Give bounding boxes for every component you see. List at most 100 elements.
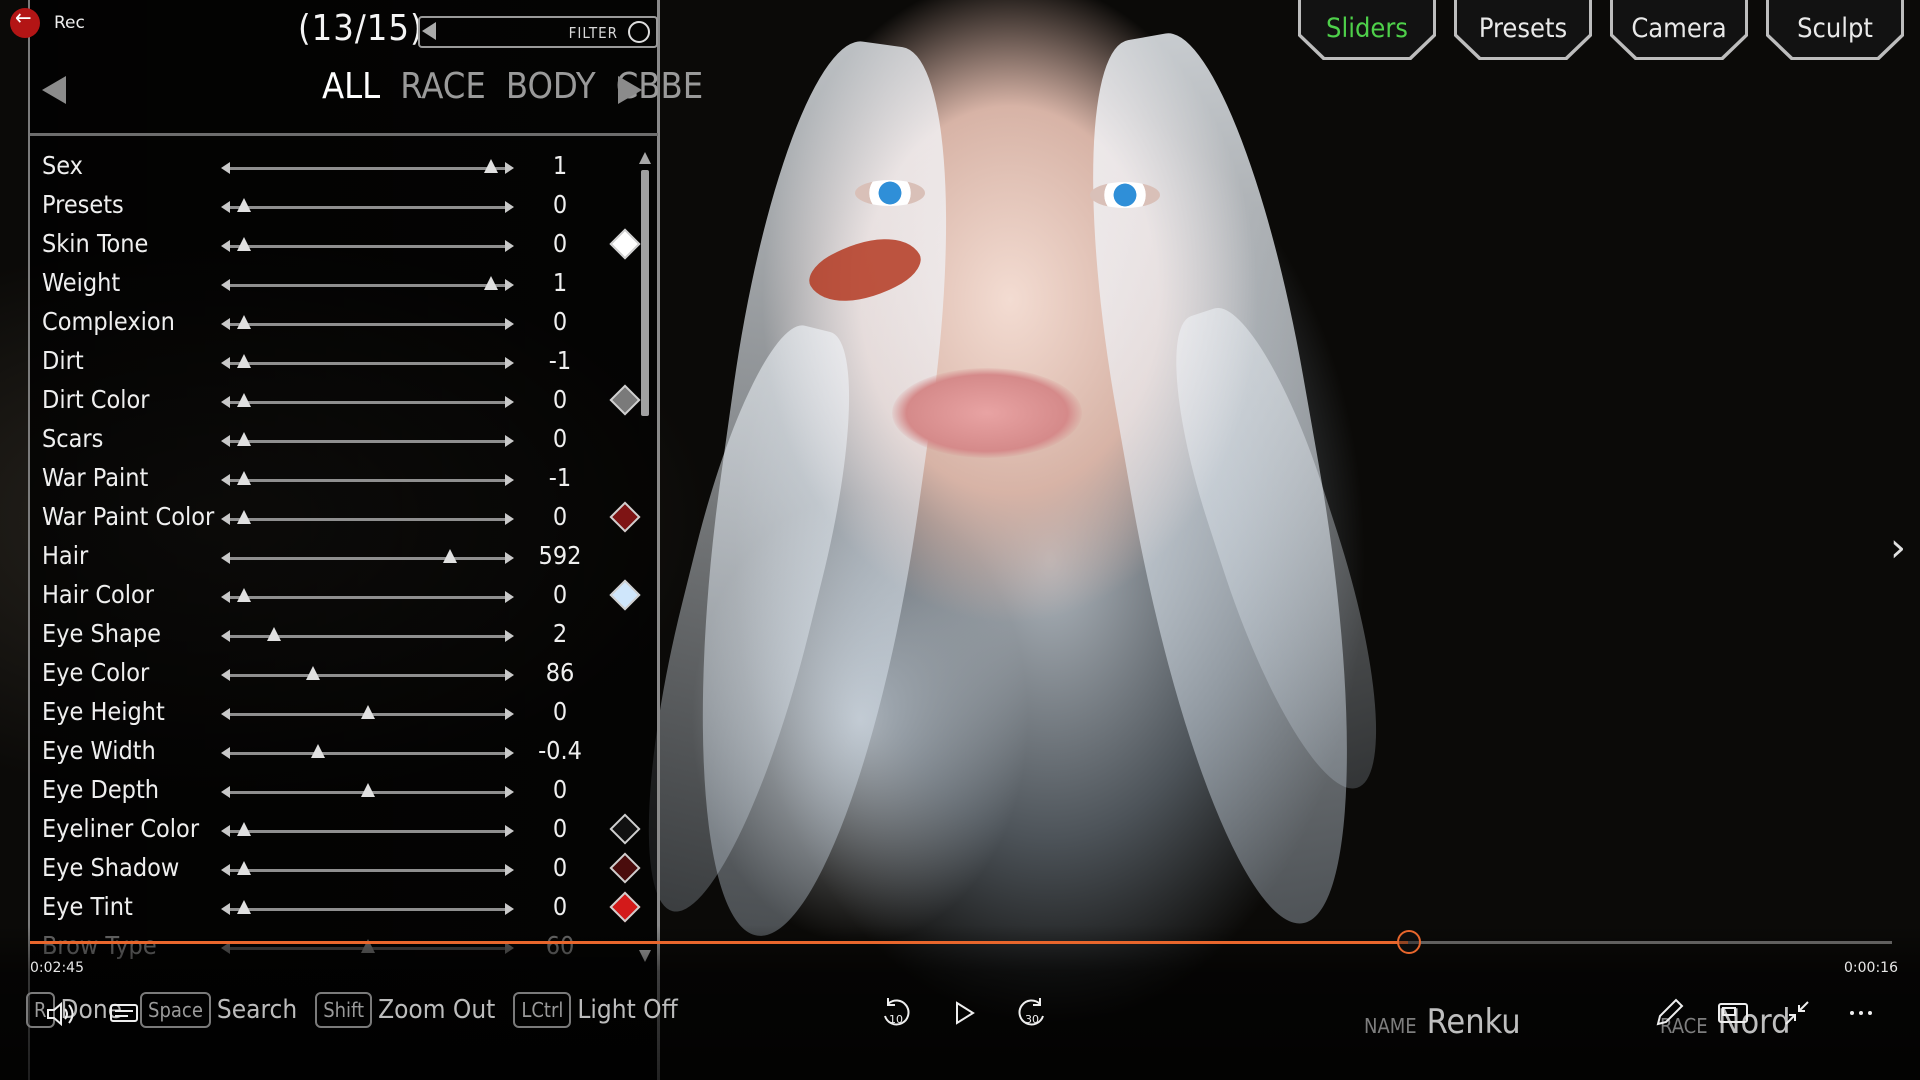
slider-track[interactable] — [221, 471, 514, 486]
category-next-icon[interactable] — [618, 76, 642, 104]
tab-all[interactable]: ALL — [322, 66, 380, 107]
slider-thumb[interactable] — [236, 588, 251, 602]
slider-row[interactable]: Eye Tint 0 — [40, 888, 641, 927]
slider-thumb[interactable] — [484, 159, 499, 173]
fullscreen-exit-icon[interactable] — [1780, 996, 1814, 1030]
slider-track[interactable] — [221, 159, 514, 174]
slider-thumb[interactable] — [236, 861, 251, 875]
hint-search[interactable]: Space Search — [140, 992, 297, 1028]
slider-thumb[interactable] — [236, 198, 251, 212]
slider-thumb[interactable] — [236, 237, 251, 251]
slider-track[interactable] — [221, 510, 514, 525]
slider-thumb[interactable] — [236, 432, 251, 446]
slider-value: 0 — [552, 892, 568, 921]
slider-row[interactable]: Sex 1 — [40, 147, 620, 186]
slider-value: 0 — [552, 229, 568, 258]
edit-icon[interactable] — [1652, 996, 1686, 1030]
slider-thumb[interactable] — [311, 744, 325, 758]
slider-track[interactable] — [221, 432, 514, 447]
slider-track[interactable] — [221, 276, 514, 291]
back-arrow-icon[interactable] — [10, 6, 40, 38]
slider-track[interactable] — [221, 354, 514, 369]
slider-thumb[interactable] — [443, 549, 457, 563]
category-prev-icon[interactable] — [42, 76, 66, 104]
slider-thumb[interactable] — [236, 822, 251, 836]
slider-label: Dirt Color — [42, 385, 150, 414]
filter-collapse-icon[interactable] — [422, 22, 436, 40]
slider-row[interactable]: War Paint Color 0 — [40, 498, 641, 537]
slider-thumb[interactable] — [305, 666, 320, 680]
slider-track[interactable] — [221, 588, 514, 603]
slider-thumb[interactable] — [360, 783, 375, 797]
slider-track[interactable] — [221, 822, 514, 837]
slider-row[interactable]: Dirt Color 0 — [40, 381, 641, 420]
slider-row[interactable]: Eye Shape 2 — [40, 615, 620, 654]
slider-thumb[interactable] — [236, 315, 251, 329]
slider-row[interactable]: Hair 592 — [40, 537, 620, 576]
slider-row[interactable]: Eye Height 0 — [40, 693, 620, 732]
slider-thumb[interactable] — [360, 705, 375, 719]
scrollbar-thumb[interactable] — [641, 170, 649, 416]
forward-30-icon[interactable]: 30 — [1016, 996, 1048, 1030]
slider-track[interactable] — [221, 666, 514, 681]
slider-row[interactable]: Dirt -1 — [40, 342, 620, 381]
slider-track[interactable] — [221, 861, 514, 876]
scrollbar[interactable] — [639, 152, 651, 962]
slider-thumb[interactable] — [484, 276, 499, 290]
seek-bar-knob[interactable] — [1396, 930, 1421, 954]
filter-icon[interactable] — [628, 21, 650, 43]
tab-sliders[interactable]: Sliders — [1298, 0, 1436, 60]
tab-presets[interactable]: Presets — [1454, 0, 1592, 60]
slider-track[interactable] — [221, 393, 514, 408]
scroll-up-icon[interactable] — [639, 152, 651, 164]
slider-track[interactable] — [221, 744, 514, 759]
slider-row[interactable]: Eye Width -0.4 — [40, 732, 620, 771]
slider-thumb[interactable] — [236, 471, 251, 485]
slider-row[interactable]: Eyeliner Color 0 — [40, 810, 641, 849]
slider-row[interactable]: Skin Tone 0 — [40, 225, 641, 264]
name-value: Renku — [1426, 1002, 1521, 1042]
slider-count: (13/15) — [298, 8, 424, 49]
slider-track[interactable] — [221, 237, 514, 252]
play-icon[interactable] — [948, 996, 980, 1030]
tab-race[interactable]: RACE — [400, 66, 486, 107]
volume-icon[interactable] — [46, 1002, 78, 1026]
slider-thumb[interactable] — [267, 627, 281, 641]
slider-row[interactable]: Presets 0 — [40, 186, 620, 225]
tab-body[interactable]: BODY — [506, 66, 596, 107]
slider-row[interactable]: Eye Shadow 0 — [40, 849, 641, 888]
slider-row[interactable]: Eye Color 86 — [40, 654, 620, 693]
slider-track[interactable] — [221, 627, 514, 642]
slider-thumb[interactable] — [236, 900, 251, 914]
slider-track[interactable] — [221, 549, 514, 564]
hint-light-off[interactable]: LCtrl Light Off — [513, 992, 678, 1028]
more-icon[interactable] — [1844, 996, 1878, 1030]
slider-row[interactable]: War Paint -1 — [40, 459, 620, 498]
hint-zoom-out[interactable]: Shift Zoom Out — [315, 992, 495, 1028]
miniplayer-icon[interactable] — [1716, 996, 1750, 1030]
tab-sculpt-label: Sculpt — [1769, 0, 1901, 57]
slider-track[interactable] — [221, 783, 514, 798]
slider-row[interactable]: Complexion 0 — [40, 303, 620, 342]
slider-track[interactable] — [221, 900, 514, 915]
filter-input[interactable]: FILTER — [418, 16, 658, 48]
seek-bar[interactable] — [30, 930, 1892, 954]
slider-thumb[interactable] — [236, 354, 251, 368]
tab-camera[interactable]: Camera — [1610, 0, 1748, 60]
chevron-right-icon[interactable]: › — [1890, 525, 1906, 571]
slider-row[interactable]: Weight 1 — [40, 264, 620, 303]
slider-thumb[interactable] — [236, 393, 251, 407]
slider-thumb[interactable] — [236, 510, 251, 524]
slider-label: War Paint Color — [42, 502, 215, 531]
tab-sculpt[interactable]: Sculpt — [1766, 0, 1904, 60]
captions-icon[interactable] — [110, 1004, 138, 1024]
slider-track[interactable] — [221, 705, 514, 720]
slider-label: War Paint — [42, 463, 149, 492]
slider-row[interactable]: Hair Color 0 — [40, 576, 641, 615]
slider-row[interactable]: Eye Depth 0 — [40, 771, 620, 810]
slider-track[interactable] — [221, 198, 514, 213]
slider-row[interactable]: Scars 0 — [40, 420, 620, 459]
slider-track[interactable] — [221, 315, 514, 330]
rewind-10-icon[interactable]: 10 — [880, 996, 912, 1030]
record-indicator[interactable]: Rec — [10, 6, 85, 38]
